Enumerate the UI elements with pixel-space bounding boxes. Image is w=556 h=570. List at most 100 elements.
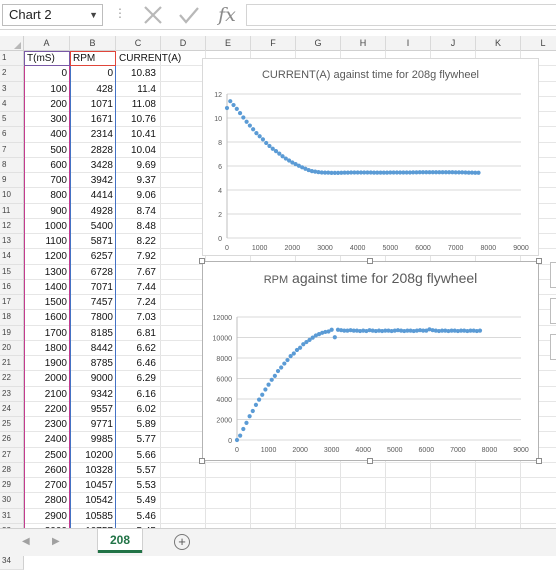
cell[interactable]: 10.41 [116,127,160,142]
cell[interactable]: 2500 [24,448,69,463]
cell[interactable]: 400 [24,127,69,142]
row-header-15[interactable]: 15 [0,264,24,280]
cell[interactable]: 2300 [24,417,69,432]
select-all-corner[interactable] [0,36,24,51]
cell[interactable]: 10328 [70,463,115,478]
cell[interactable]: 5.89 [116,417,160,432]
row-header-34[interactable]: 34 [0,554,24,570]
cell[interactable]: RPM [70,51,115,66]
cell[interactable]: CURRENT(A) [116,51,181,66]
row-header-22[interactable]: 22 [0,371,24,387]
cell[interactable]: 5871 [70,234,115,249]
chart-elements-button[interactable] [550,262,556,288]
cell[interactable]: 5.53 [116,478,160,493]
cell[interactable]: 8.48 [116,219,160,234]
row-header-23[interactable]: 23 [0,386,24,402]
row-header-5[interactable]: 5 [0,112,24,128]
cancel-icon[interactable] [140,3,166,27]
cell[interactable]: 10.04 [116,143,160,158]
row-header-12[interactable]: 12 [0,218,24,234]
cell[interactable]: 200 [24,97,69,112]
cell[interactable]: 1000 [24,219,69,234]
cell[interactable]: 6.29 [116,371,160,386]
cell[interactable]: 2828 [70,143,115,158]
cell[interactable]: 10542 [70,493,115,508]
enter-check-icon[interactable] [176,3,202,27]
row-header-21[interactable]: 21 [0,356,24,372]
cell[interactable]: 8442 [70,341,115,356]
column-header-d[interactable]: D [161,36,206,51]
cell[interactable]: 2200 [24,402,69,417]
row-header-13[interactable]: 13 [0,234,24,250]
row-header-19[interactable]: 19 [0,325,24,341]
formula-input[interactable] [246,4,556,26]
cell[interactable]: 9985 [70,432,115,447]
cell[interactable]: 0 [24,66,69,81]
cell[interactable]: 9771 [70,417,115,432]
row-header-14[interactable]: 14 [0,249,24,265]
cell[interactable]: 10585 [70,509,115,524]
chart-styles-button[interactable] [550,298,556,324]
cell[interactable]: 4928 [70,204,115,219]
cell[interactable]: 8185 [70,326,115,341]
cell[interactable]: 6257 [70,249,115,264]
column-header-e[interactable]: E [206,36,251,51]
cell[interactable]: 10200 [70,448,115,463]
resize-handle[interactable] [367,458,373,464]
cell[interactable]: 2000 [24,371,69,386]
cell[interactable]: 700 [24,173,69,188]
cell[interactable]: 4414 [70,188,115,203]
row-header-6[interactable]: 6 [0,127,24,143]
cell[interactable]: 6.16 [116,387,160,402]
row-header-11[interactable]: 11 [0,203,24,219]
column-header-b[interactable]: B [70,36,116,51]
rpm-chart[interactable]: RPM against time for 208g flywheel 0 2000… [202,261,539,461]
cell[interactable]: 7.03 [116,310,160,325]
cell[interactable]: 1671 [70,112,115,127]
cell[interactable]: 10.76 [116,112,160,127]
cell[interactable]: 1600 [24,310,69,325]
row-header-9[interactable]: 9 [0,173,24,189]
row-header-28[interactable]: 28 [0,462,24,478]
resize-handle[interactable] [199,458,205,464]
cell[interactable]: 2800 [24,493,69,508]
cell[interactable]: 9.69 [116,158,160,173]
cell[interactable]: 7800 [70,310,115,325]
cell[interactable]: T(mS) [24,51,69,66]
cell[interactable]: 9342 [70,387,115,402]
cell[interactable]: 6.81 [116,326,160,341]
sheet-tab-208[interactable]: 208 [98,529,142,553]
cell[interactable]: 2600 [24,463,69,478]
cell[interactable]: 9.37 [116,173,160,188]
cell[interactable]: 6728 [70,265,115,280]
cell[interactable]: 10.83 [116,66,160,81]
cell[interactable]: 8.22 [116,234,160,249]
cell[interactable]: 2400 [24,432,69,447]
row-header-18[interactable]: 18 [0,310,24,326]
cell[interactable]: 8785 [70,356,115,371]
row-header-2[interactable]: 2 [0,66,24,82]
current-chart[interactable]: CURRENT(A) against time for 208g flywhee… [202,58,539,256]
row-header-1[interactable]: 1 [0,51,24,67]
add-sheet-icon[interactable]: + [174,534,190,550]
cell[interactable]: 5400 [70,219,115,234]
name-box[interactable]: Chart 2 ▼ [2,4,103,26]
column-header-h[interactable]: H [341,36,386,51]
cell[interactable]: 2314 [70,127,115,142]
resize-handle[interactable] [199,258,205,264]
row-header-25[interactable]: 25 [0,417,24,433]
cell[interactable]: 900 [24,204,69,219]
cell[interactable]: 0 [70,66,115,81]
row-header-20[interactable]: 20 [0,340,24,356]
cell[interactable]: 1100 [24,234,69,249]
cell[interactable]: 5.77 [116,432,160,447]
cell[interactable]: 7.24 [116,295,160,310]
row-header-4[interactable]: 4 [0,96,24,112]
resize-handle[interactable] [367,258,373,264]
row-header-7[interactable]: 7 [0,142,24,158]
row-header-8[interactable]: 8 [0,157,24,173]
cell[interactable]: 1900 [24,356,69,371]
cell[interactable]: 7071 [70,280,115,295]
chart-filters-button[interactable] [550,334,556,360]
cell[interactable]: 800 [24,188,69,203]
